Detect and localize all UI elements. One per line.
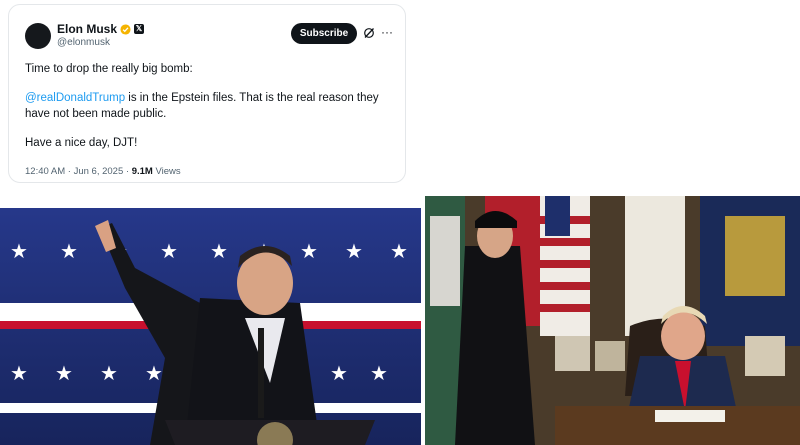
x-affiliation-icon: 𝕏 <box>134 24 145 34</box>
views-count: 9.1M <box>131 166 153 177</box>
svg-text:★: ★ <box>100 363 118 385</box>
grok-icon[interactable] <box>363 27 375 39</box>
podium-photo-illustration: ★★ ★★ ★★ ★★ ★ ★★ ★★ ★★ <box>0 208 421 445</box>
photo-oval-office <box>425 196 800 445</box>
office-photo-illustration <box>425 196 800 445</box>
svg-text:★: ★ <box>160 241 178 263</box>
avatar[interactable] <box>25 23 51 49</box>
svg-text:★: ★ <box>210 241 228 263</box>
svg-text:★: ★ <box>370 363 388 385</box>
svg-text:★: ★ <box>345 241 363 263</box>
mention-link[interactable]: @realDonaldTrump <box>25 92 125 104</box>
author-row: Elon Musk 𝕏 <box>57 22 145 36</box>
views-label: Views <box>152 166 181 177</box>
svg-text:★: ★ <box>55 363 73 385</box>
handle[interactable]: @elonmusk <box>57 37 110 48</box>
svg-text:★: ★ <box>10 241 28 263</box>
svg-text:★: ★ <box>390 241 408 263</box>
tweet-line: Have a nice day, DJT! <box>25 137 138 149</box>
photo-podium-speech: ★★ ★★ ★★ ★★ ★ ★★ ★★ ★★ <box>0 208 421 445</box>
tweet-meta: 12:40 AM · Jun 6, 2025 · 9.1M Views <box>25 166 181 177</box>
verified-badge-icon <box>120 23 131 35</box>
tweet-text: Time to drop the really big bomb: @realD… <box>25 61 395 164</box>
tweet-card[interactable]: Elon Musk 𝕏 @elonmusk Subscribe ··· Time… <box>8 4 406 183</box>
svg-text:★: ★ <box>330 363 348 385</box>
more-options-icon[interactable]: ··· <box>381 25 393 39</box>
svg-text:★: ★ <box>300 241 318 263</box>
timestamp[interactable]: 12:40 AM · Jun 6, 2025 · <box>25 166 132 177</box>
svg-text:★: ★ <box>60 241 78 263</box>
display-name[interactable]: Elon Musk <box>57 22 117 36</box>
svg-text:★: ★ <box>145 363 163 385</box>
subscribe-button[interactable]: Subscribe <box>291 23 357 44</box>
svg-text:★: ★ <box>10 363 28 385</box>
tweet-line: Time to drop the really big bomb: <box>25 63 193 75</box>
tweet-line: @realDonaldTrump is in the Epstein files… <box>25 90 395 122</box>
